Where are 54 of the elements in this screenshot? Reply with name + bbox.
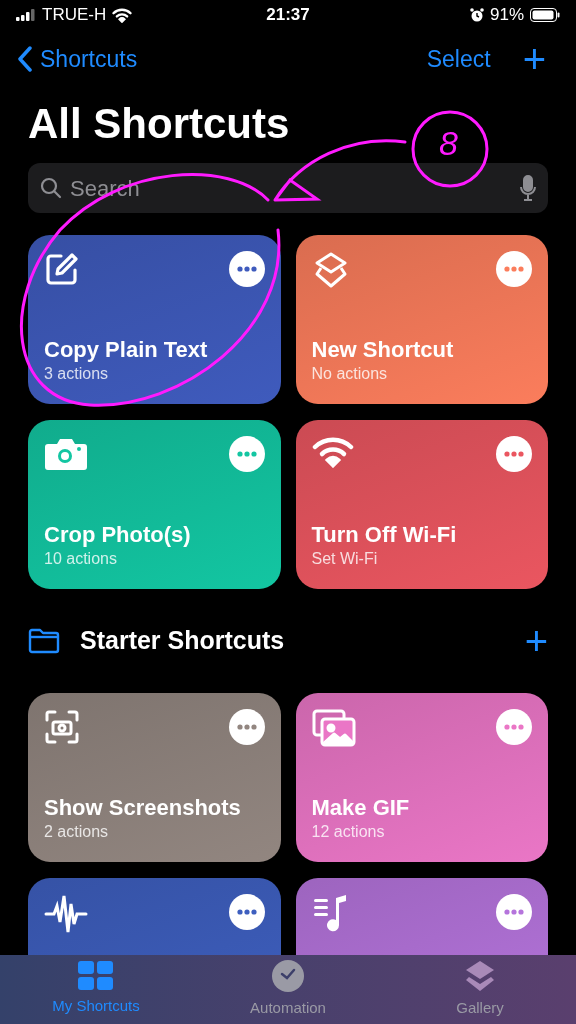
more-icon[interactable]: [496, 251, 532, 287]
compose-icon: [44, 251, 80, 287]
shortcut-title: Crop Photo(s): [44, 521, 192, 549]
status-time: 21:37: [266, 4, 310, 27]
shortcut-card[interactable]: Make GIF 12 actions: [295, 693, 548, 862]
waveform-icon: [44, 894, 88, 934]
shortcut-subtitle: 12 actions: [311, 822, 386, 842]
photos-icon: [311, 709, 356, 747]
screenshot-icon: [44, 709, 80, 745]
clock-check-icon: [271, 959, 305, 994]
wifi-icon: [311, 436, 354, 468]
shortcut-card[interactable]: Copy Plain Text 3 actions: [28, 235, 281, 404]
shortcut-title: New Shortcut: [311, 336, 455, 364]
shortcut-title: Turn Off Wi-Fi: [311, 521, 458, 549]
battery-percent: 91%: [490, 4, 524, 27]
add-button[interactable]: +: [522, 39, 546, 79]
chevron-left-icon: [18, 46, 32, 72]
page-title: All Shortcuts: [28, 98, 290, 149]
more-icon[interactable]: [228, 251, 265, 287]
more-icon[interactable]: [228, 709, 265, 745]
grid-icon: [78, 961, 114, 992]
carrier-name: TRUE-H: [42, 4, 107, 27]
signal-icon: [16, 9, 36, 21]
wifi-icon: [112, 7, 133, 23]
shortcut-subtitle: Set Wi-Fi: [311, 549, 379, 569]
tab[interactable]: Gallery: [384, 959, 576, 1020]
camera-icon: [44, 436, 88, 472]
shortcut-subtitle: 3 actions: [44, 364, 110, 384]
shortcut-subtitle: 2 actions: [44, 822, 110, 842]
more-icon[interactable]: [496, 894, 532, 930]
shortcut-title: Make GIF: [311, 794, 411, 822]
section-title: Starter Shortcuts: [80, 625, 286, 657]
more-icon[interactable]: [228, 894, 265, 930]
shortcut-title: Show Screenshots: [44, 794, 242, 822]
add-button[interactable]: +: [524, 621, 548, 661]
folder-icon: [28, 628, 60, 654]
tab[interactable]: My Shortcuts: [0, 961, 192, 1018]
tab[interactable]: Automation: [192, 959, 384, 1020]
shortcut-subtitle: No actions: [311, 364, 389, 384]
shortcut-subtitle: 10 actions: [44, 549, 118, 569]
more-icon[interactable]: [496, 436, 532, 472]
annotation-number: 8: [439, 126, 458, 160]
alarm-icon: [470, 8, 484, 22]
battery-icon: [530, 8, 560, 22]
more-icon[interactable]: [496, 709, 532, 745]
back-button[interactable]: Shortcuts: [18, 41, 138, 77]
shortcut-title: Copy Plain Text: [44, 336, 209, 364]
shortcut-card[interactable]: Crop Photo(s) 10 actions: [28, 420, 281, 589]
shortcut-card[interactable]: Show Screenshots 2 actions: [28, 693, 281, 862]
shortcut-card[interactable]: Turn Off Wi-Fi Set Wi-Fi: [295, 420, 548, 589]
microphone-icon: [520, 175, 536, 201]
select-button[interactable]: Select: [426, 41, 491, 77]
search-icon: [40, 177, 62, 199]
shortcut-card[interactable]: New Shortcut No actions: [295, 235, 548, 404]
